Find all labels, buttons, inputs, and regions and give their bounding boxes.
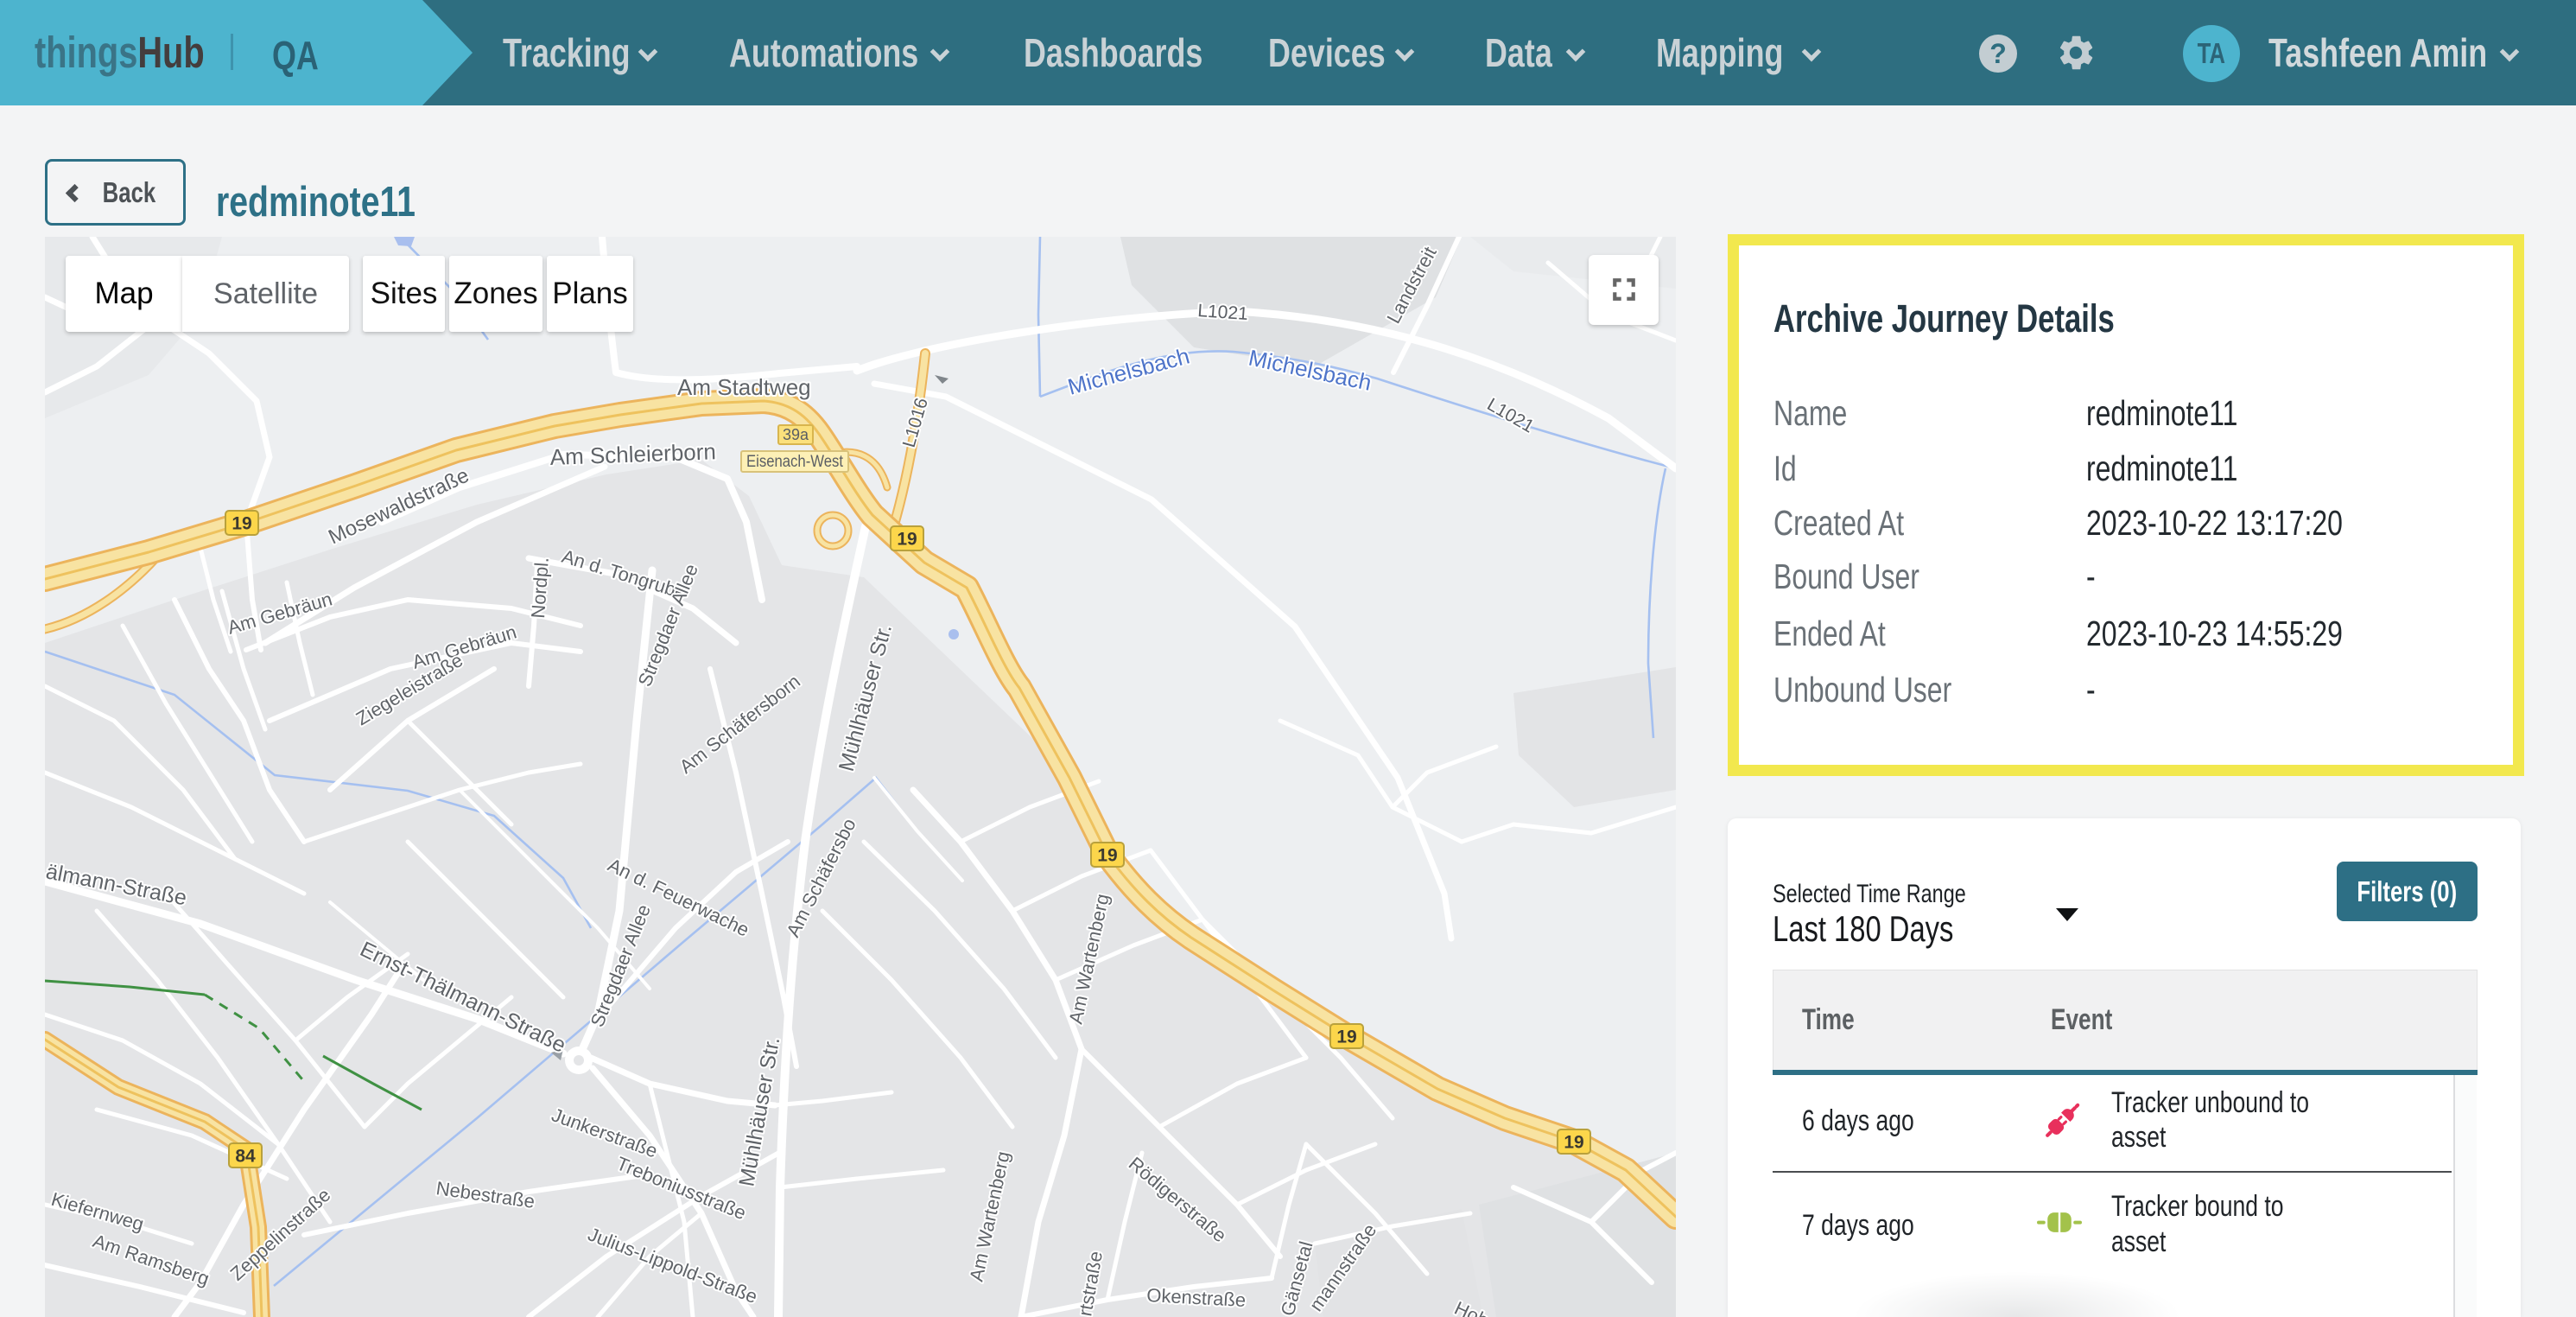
svg-text:19: 19 bbox=[897, 530, 917, 550]
svg-text:19: 19 bbox=[1097, 846, 1117, 866]
svg-text:19: 19 bbox=[232, 514, 251, 534]
svg-text:84: 84 bbox=[235, 1147, 256, 1167]
svg-text:L1021: L1021 bbox=[1197, 301, 1249, 324]
svg-text:Nordpl.: Nordpl. bbox=[527, 557, 553, 619]
svg-text:Eisenach-West: Eisenach-West bbox=[746, 453, 844, 471]
svg-text:39a: 39a bbox=[783, 426, 809, 443]
svg-text:Am Stadtweg: Am Stadtweg bbox=[677, 374, 811, 400]
svg-text:19: 19 bbox=[1564, 1133, 1583, 1153]
svg-text:19: 19 bbox=[1336, 1028, 1356, 1047]
